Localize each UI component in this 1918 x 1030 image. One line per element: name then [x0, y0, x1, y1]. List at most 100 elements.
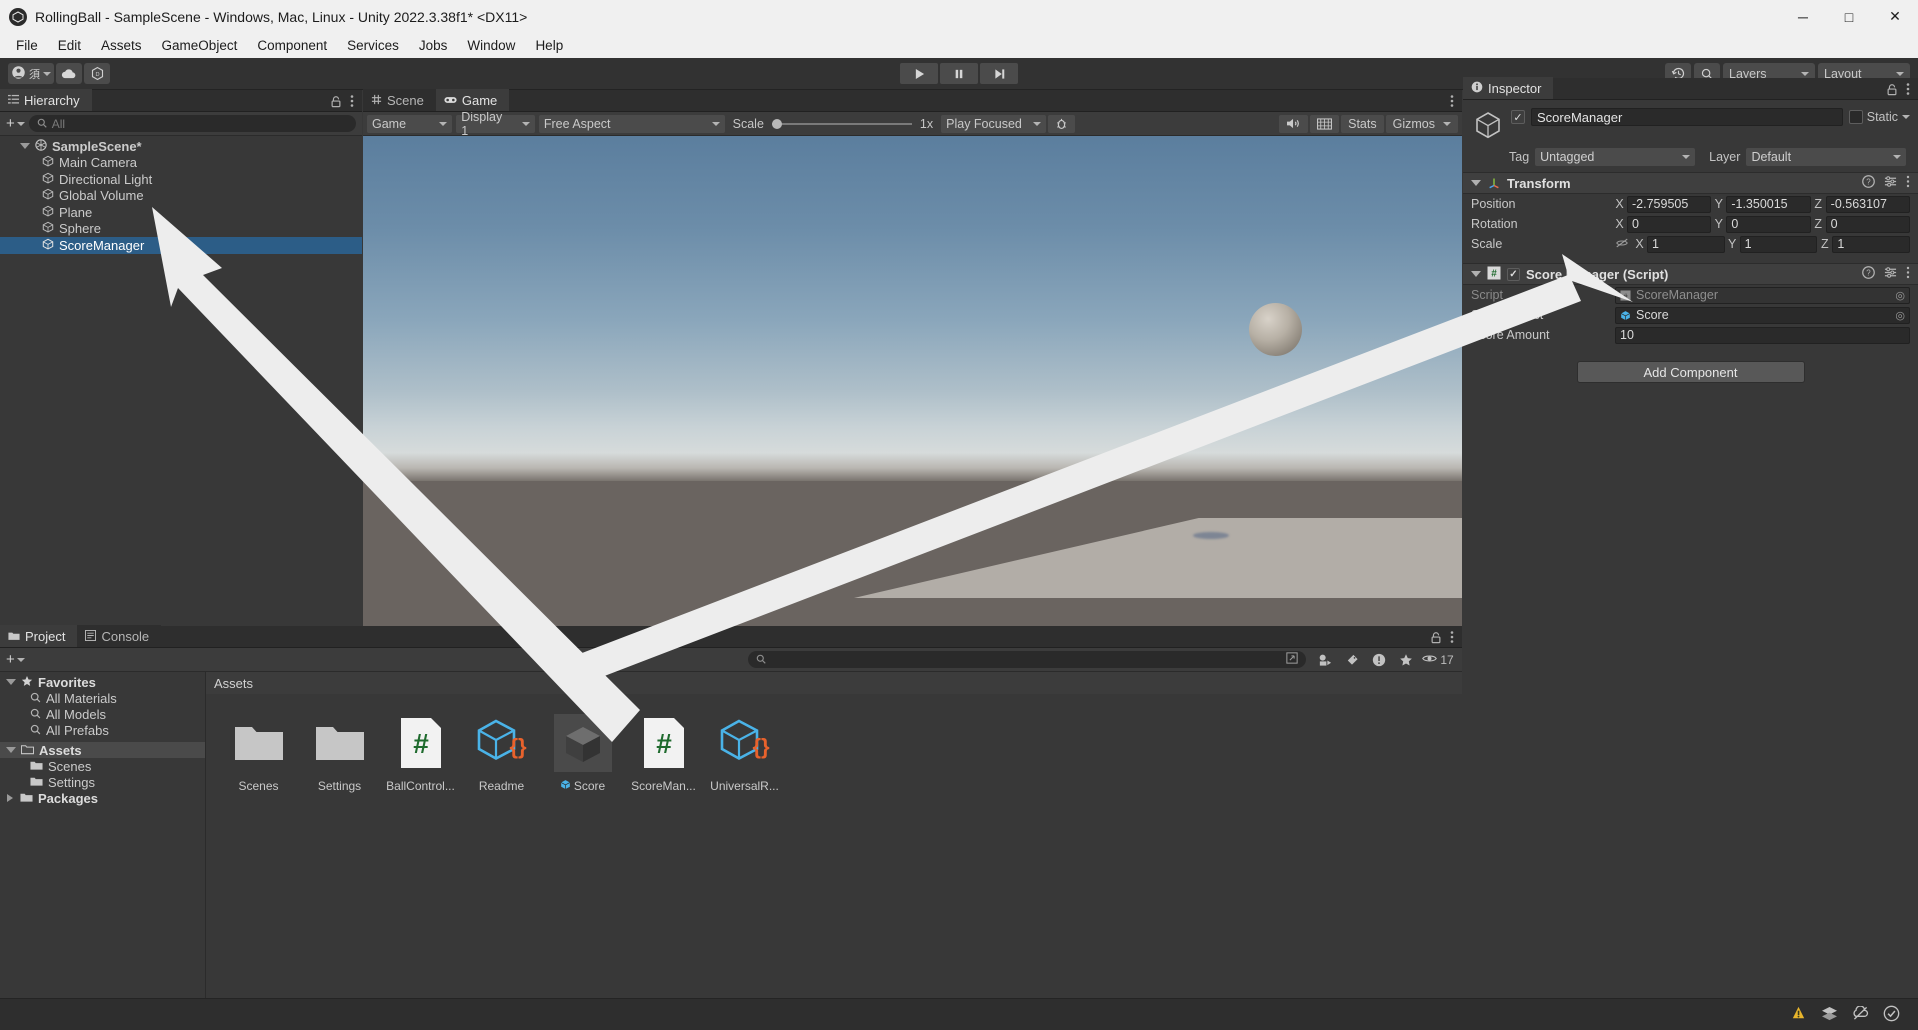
- asset-item-ballcontroller[interactable]: # BallControl...: [382, 710, 459, 793]
- position-z-input[interactable]: -0.563107: [1826, 196, 1910, 213]
- check-circle-icon[interactable]: [1883, 1005, 1900, 1025]
- component-header-transform[interactable]: Transform ?: [1463, 172, 1918, 194]
- tag-dropdown[interactable]: Untagged: [1535, 148, 1695, 166]
- chevron-right-icon[interactable]: [7, 794, 13, 802]
- tab-inspector[interactable]: Inspector: [1463, 77, 1553, 99]
- rotation-y-input[interactable]: 0: [1726, 216, 1810, 233]
- chevron-down-icon[interactable]: [6, 747, 16, 753]
- tab-hierarchy[interactable]: Hierarchy: [0, 89, 92, 111]
- warning-sprite-icon[interactable]: [1790, 1005, 1807, 1025]
- menu-assets[interactable]: Assets: [91, 35, 152, 56]
- expand-icon[interactable]: [1286, 652, 1298, 667]
- tree-item-all-materials[interactable]: All Materials: [0, 690, 205, 706]
- game-target-dropdown[interactable]: Game: [367, 115, 452, 133]
- visible-count-badge[interactable]: 17: [1420, 650, 1456, 670]
- scale-x-input[interactable]: 1: [1647, 236, 1725, 253]
- menu-component[interactable]: Component: [247, 35, 337, 56]
- scale-y-input[interactable]: 1: [1740, 236, 1818, 253]
- tab-project[interactable]: Project: [0, 625, 77, 647]
- preset-icon[interactable]: [1884, 175, 1897, 191]
- debug-button[interactable]: [1048, 115, 1075, 133]
- scale-slider[interactable]: [772, 123, 912, 125]
- cloud-button[interactable]: [56, 63, 82, 84]
- chevron-down-icon[interactable]: [6, 679, 16, 685]
- rotation-x-input[interactable]: 0: [1627, 216, 1711, 233]
- hierarchy-item-sphere[interactable]: Sphere: [0, 221, 362, 238]
- object-picker-icon[interactable]: ◎: [1895, 309, 1905, 322]
- chevron-down-icon[interactable]: [43, 72, 51, 76]
- kebab-menu-icon[interactable]: [1450, 630, 1454, 647]
- kebab-menu-icon[interactable]: [1450, 94, 1454, 111]
- grid-button[interactable]: [1310, 115, 1339, 133]
- maximize-button[interactable]: □: [1826, 0, 1872, 33]
- tab-scene[interactable]: Scene: [363, 89, 436, 111]
- tree-item-settings[interactable]: Settings: [0, 774, 205, 790]
- warning-icon[interactable]: [1366, 650, 1392, 670]
- static-checkbox[interactable]: [1849, 110, 1863, 124]
- account-group[interactable]: 須: [8, 63, 54, 84]
- menu-window[interactable]: Window: [457, 35, 525, 56]
- scale-slider-knob[interactable]: [772, 119, 782, 129]
- menu-file[interactable]: File: [6, 35, 48, 56]
- asset-item-readme[interactable]: {} Readme: [463, 710, 540, 793]
- asset-item-scoremanager[interactable]: # ScoreMan...: [625, 710, 702, 793]
- chevron-down-icon[interactable]: [20, 143, 30, 149]
- favorite-icon[interactable]: [1393, 650, 1419, 670]
- asset-item-settings[interactable]: Settings: [301, 710, 378, 793]
- preset-icon[interactable]: [1884, 266, 1897, 282]
- tab-console[interactable]: Console: [77, 625, 161, 647]
- constrain-proportions-off-icon[interactable]: [1615, 237, 1629, 252]
- kebab-menu-icon[interactable]: [1906, 175, 1910, 191]
- tree-item-assets[interactable]: Assets: [0, 742, 205, 758]
- asset-item-scenes[interactable]: Scenes: [220, 710, 297, 793]
- lock-icon[interactable]: [1430, 631, 1442, 647]
- pause-button[interactable]: [940, 63, 978, 84]
- mute-audio-button[interactable]: [1279, 115, 1308, 133]
- hierarchy-search-input[interactable]: All: [29, 115, 356, 132]
- position-y-input[interactable]: -1.350015: [1726, 196, 1810, 213]
- scale-z-input[interactable]: 1: [1832, 236, 1910, 253]
- lock-icon[interactable]: [1886, 83, 1898, 99]
- collab-icon[interactable]: 須: [29, 66, 40, 82]
- play-button[interactable]: [900, 63, 938, 84]
- filter-by-label-icon[interactable]: [1339, 650, 1365, 670]
- gizmos-button[interactable]: Gizmos: [1386, 115, 1458, 133]
- kebab-menu-icon[interactable]: [350, 94, 354, 111]
- game-render-canvas[interactable]: [363, 136, 1462, 647]
- hierarchy-item-samplescene[interactable]: SampleScene*: [0, 138, 362, 155]
- foldout-icon[interactable]: [1471, 180, 1481, 186]
- step-button[interactable]: [980, 63, 1018, 84]
- display-dropdown[interactable]: Display 1: [456, 115, 535, 133]
- layers-icon[interactable]: [1821, 1006, 1838, 1024]
- hierarchy-item-plane[interactable]: Plane: [0, 204, 362, 221]
- settings-button[interactable]: D: [84, 63, 110, 84]
- tree-item-packages[interactable]: Packages: [0, 790, 205, 806]
- menu-help[interactable]: Help: [525, 35, 573, 56]
- menu-jobs[interactable]: Jobs: [409, 35, 458, 56]
- menu-services[interactable]: Services: [337, 35, 409, 56]
- foldout-icon[interactable]: [1471, 271, 1481, 277]
- hierarchy-item-directional-light[interactable]: Directional Light: [0, 171, 362, 188]
- asset-item-score[interactable]: Score: [544, 710, 621, 793]
- kebab-menu-icon[interactable]: [1906, 82, 1910, 99]
- hierarchy-item-global-volume[interactable]: Global Volume: [0, 188, 362, 205]
- lock-icon[interactable]: [330, 95, 342, 111]
- component-header-score-manager[interactable]: # ✓ Score Manager (Script) ?: [1463, 263, 1918, 285]
- layer-dropdown[interactable]: Default: [1746, 148, 1906, 166]
- component-enabled-checkbox[interactable]: ✓: [1507, 268, 1520, 281]
- help-icon[interactable]: ?: [1862, 266, 1875, 282]
- asset-item-universalrp[interactable]: {} UniversalR...: [706, 710, 783, 793]
- rotation-z-input[interactable]: 0: [1826, 216, 1910, 233]
- kebab-menu-icon[interactable]: [1906, 266, 1910, 282]
- object-name-input[interactable]: ScoreManager: [1531, 108, 1843, 126]
- chevron-down-icon[interactable]: [1902, 115, 1910, 119]
- add-component-button[interactable]: Add Component: [1577, 361, 1805, 383]
- tree-item-all-prefabs[interactable]: All Prefabs: [0, 722, 205, 738]
- play-mode-dropdown[interactable]: Play Focused: [941, 115, 1046, 133]
- stats-button[interactable]: Stats: [1341, 115, 1384, 133]
- object-enabled-checkbox[interactable]: ✓: [1511, 110, 1525, 124]
- minimize-button[interactable]: ─: [1780, 0, 1826, 33]
- tree-item-all-models[interactable]: All Models: [0, 706, 205, 722]
- scale-slider-track[interactable]: [772, 123, 912, 125]
- no-collab-icon[interactable]: [1852, 1006, 1869, 1024]
